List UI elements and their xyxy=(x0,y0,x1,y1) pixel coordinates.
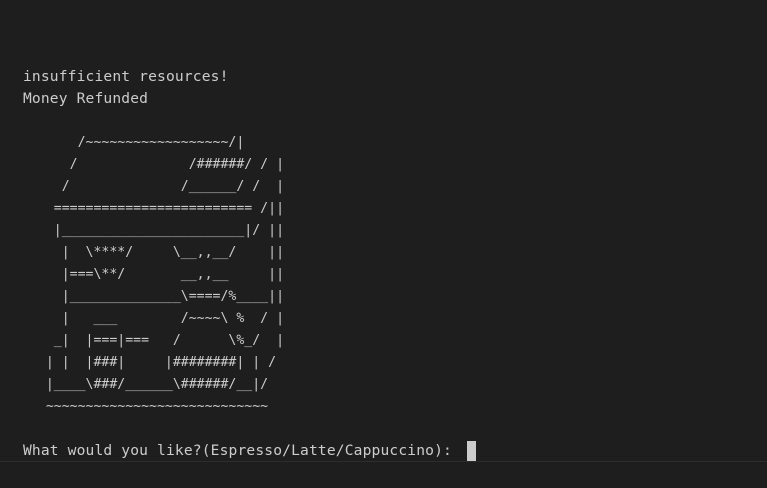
prompt-text: What would you like?(Espresso/Latte/Capp… xyxy=(23,442,461,459)
panel-divider xyxy=(0,461,767,462)
terminal-panel[interactable]: insufficient resources! Money Refunded /… xyxy=(0,0,767,488)
coffee-machine-ascii-art: /~~~~~~~~~~~~~~~~~~/| / /######/ / | / /… xyxy=(45,135,285,414)
refund-message: Money Refunded xyxy=(23,90,149,107)
input-prompt-row[interactable]: What would you like?(Espresso/Latte/Capp… xyxy=(23,440,476,462)
error-message: insufficient resources! xyxy=(23,68,229,85)
text-cursor[interactable] xyxy=(466,441,476,461)
